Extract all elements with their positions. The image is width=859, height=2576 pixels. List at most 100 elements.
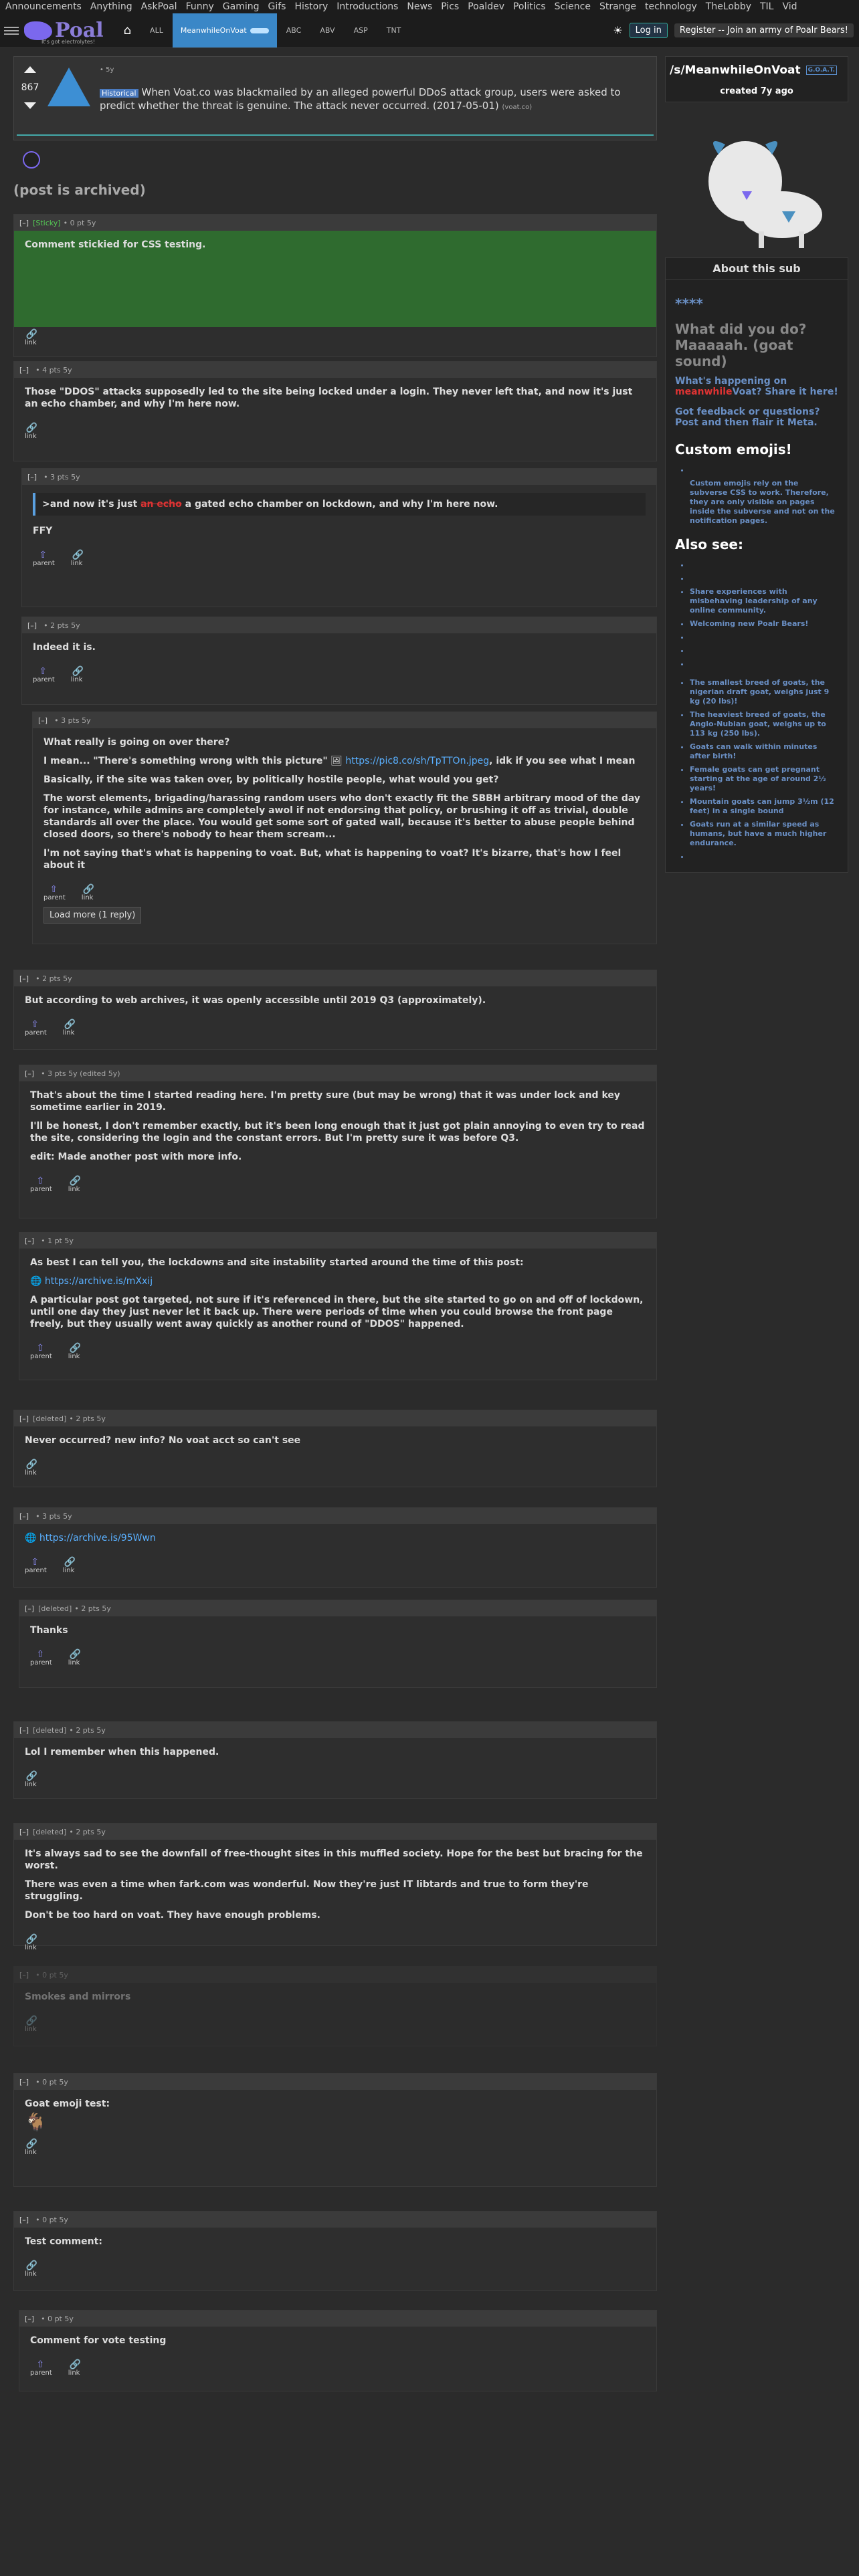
theme-toggle-icon[interactable]: ☀ [613, 24, 622, 37]
link-button[interactable]: 🔗 link [25, 2261, 37, 2278]
menu-icon[interactable] [4, 26, 19, 35]
topnav-item[interactable]: technology [645, 1, 697, 12]
archive-link[interactable]: https://archive.is/95Wwn [39, 1533, 156, 1543]
parent-button[interactable]: ⇧ parent [30, 2360, 52, 2377]
comment-author[interactable]: [deleted] [33, 1828, 66, 1836]
parent-button[interactable]: ⇧ parent [33, 667, 55, 683]
link-button[interactable]: 🔗 link [68, 1176, 81, 1193]
link-button[interactable]: 🔗 link [25, 330, 37, 346]
downvote-icon[interactable] [24, 102, 36, 109]
collapse-toggle[interactable]: [–] [19, 1828, 29, 1836]
topnav-item[interactable]: History [294, 1, 328, 12]
collapse-toggle[interactable]: [–] [38, 716, 47, 725]
also-item[interactable] [690, 659, 838, 669]
collapse-toggle[interactable]: [–] [19, 366, 29, 374]
nav-tnt[interactable]: TNT [377, 13, 411, 47]
comment-author[interactable]: [Sticky] [33, 219, 60, 227]
sub-title-text[interactable]: /s/MeanwhileOnVoat [670, 64, 801, 77]
subscribe-pill[interactable] [250, 27, 269, 33]
comment-author[interactable]: [deleted] [38, 1604, 72, 1613]
link-button[interactable]: 🔗 link [68, 2360, 81, 2377]
image-link[interactable]: https://pic8.co/sh/TpTTOn.jpeg [345, 756, 489, 766]
also-item[interactable] [690, 633, 838, 642]
also-item[interactable]: Welcoming new Poalr Bears! [690, 619, 838, 629]
topnav-item[interactable]: Announcements [5, 1, 82, 12]
sub-title[interactable]: /s/MeanwhileOnVoat G.O.A.T. [666, 57, 848, 81]
parent-button[interactable]: ⇧ parent [30, 1176, 52, 1193]
post-title[interactable]: Historical When Voat.co was blackmailed b… [100, 86, 648, 114]
login-button[interactable]: Log in [629, 23, 668, 38]
parent-button[interactable]: ⇧ parent [25, 1558, 47, 1574]
also-item[interactable] [690, 560, 838, 570]
parent-button[interactable]: ⇧ parent [25, 1020, 47, 1037]
load-more-button[interactable]: Load more (1 reply) [43, 907, 142, 924]
collapse-toggle[interactable]: [–] [19, 219, 29, 227]
collapse-toggle[interactable]: [–] [19, 1726, 29, 1735]
comment-author[interactable]: [deleted] [33, 1726, 66, 1735]
topnav-item[interactable]: Funny [186, 1, 214, 12]
nav-all[interactable]: ALL [140, 13, 173, 47]
post-title-text[interactable]: When Voat.co was blackmailed by an alleg… [100, 86, 621, 112]
register-button[interactable]: Register -- Join an army of Poalr Bears! [674, 23, 854, 37]
collapse-toggle[interactable]: [–] [19, 1512, 29, 1521]
link-button[interactable]: 🔗 link [71, 550, 84, 567]
also-item[interactable] [690, 574, 838, 583]
collapse-toggle[interactable]: [–] [19, 1971, 29, 1979]
also-item[interactable] [690, 646, 838, 655]
topnav-item[interactable]: AskPoal [141, 1, 177, 12]
nav-abv[interactable]: ABV [310, 13, 344, 47]
topnav-item[interactable]: Poaldev [468, 1, 504, 12]
link-button[interactable]: 🔗 link [25, 423, 37, 440]
collapse-toggle[interactable]: [–] [19, 2078, 29, 2086]
collapse-toggle[interactable]: [–] [27, 473, 37, 481]
topnav-item[interactable]: TIL [760, 1, 773, 12]
link-button[interactable]: 🔗 link [25, 1935, 37, 1951]
comment-author[interactable]: [deleted] [33, 1414, 66, 1423]
link-button[interactable]: 🔗 link [71, 667, 84, 683]
collapse-toggle[interactable]: [–] [25, 1069, 34, 1078]
collapse-toggle[interactable]: [–] [25, 1604, 34, 1613]
parent-button[interactable]: ⇧ parent [33, 550, 55, 567]
link-button[interactable]: 🔗 link [63, 1020, 76, 1037]
collapse-toggle[interactable]: [–] [25, 2315, 34, 2323]
topnav-item[interactable]: News [407, 1, 432, 12]
topnav-item[interactable]: Gaming [223, 1, 260, 12]
post-thumbnail[interactable] [46, 66, 92, 108]
collapse-toggle[interactable]: [–] [19, 974, 29, 983]
link-button[interactable]: 🔗 link [25, 1460, 37, 1477]
link-button[interactable]: 🔗 link [68, 1650, 81, 1667]
nav-meanwhileonvoat[interactable]: MeanwhileOnVoat [172, 13, 277, 47]
topnav-item[interactable]: Vid [782, 1, 797, 12]
topnav-item[interactable]: Politics [513, 1, 546, 12]
parent-button[interactable]: ⇧ parent [30, 1650, 52, 1667]
upvote-icon[interactable] [24, 66, 36, 73]
parent-button[interactable]: ⇧ parent [30, 1344, 52, 1360]
collapse-toggle[interactable]: [–] [25, 1237, 34, 1245]
also-item[interactable]: Share experiences with misbehaving leade… [690, 587, 838, 615]
parent-button[interactable]: ⇧ parent [43, 885, 66, 901]
link-button[interactable]: 🔗 link [25, 2016, 37, 2033]
home-icon[interactable]: ⌂ [114, 13, 140, 47]
collapse-toggle[interactable]: [–] [19, 2216, 29, 2224]
link-button[interactable]: 🔗 link [82, 885, 94, 901]
link-button[interactable]: 🔗 link [25, 2139, 37, 2156]
topnav-item[interactable]: TheLobby [706, 1, 751, 12]
topnav-item[interactable]: Anything [90, 1, 132, 12]
topnav-item[interactable]: Science [555, 1, 591, 12]
nav-asp[interactable]: ASP [345, 13, 377, 47]
topnav-item[interactable]: Strange [599, 1, 636, 12]
link-button[interactable]: 🔗 link [25, 1772, 37, 1788]
post-domain[interactable]: (voat.co) [502, 104, 533, 111]
link-button[interactable]: 🔗 link [63, 1558, 76, 1574]
nav-abc[interactable]: ABC [277, 13, 311, 47]
logo[interactable]: Poal [24, 20, 104, 40]
collapse-toggle[interactable]: [–] [19, 1414, 29, 1423]
collapse-toggle[interactable]: [–] [27, 621, 37, 630]
topnav-item[interactable]: Pics [441, 1, 459, 12]
archive-link[interactable]: https://archive.is/mXxij [45, 1276, 153, 1287]
globe-icon[interactable] [23, 151, 40, 169]
topnav-item[interactable]: Gifs [268, 1, 286, 12]
link-button[interactable]: 🔗 link [68, 1344, 81, 1360]
topnav-item[interactable]: Introductions [337, 1, 398, 12]
comment-meta: • 2 pts 5y [35, 974, 72, 983]
